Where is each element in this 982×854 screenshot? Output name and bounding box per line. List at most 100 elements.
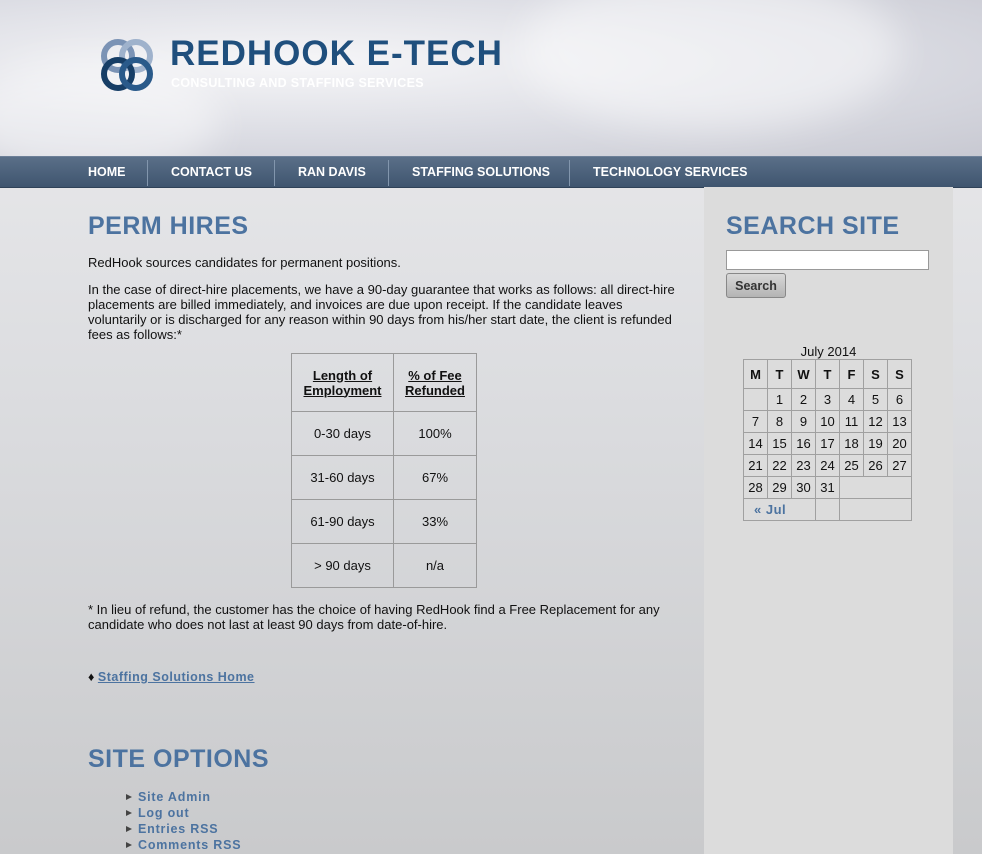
calendar-day: 2: [791, 388, 816, 411]
diamond-bullet-icon: ♦: [88, 670, 95, 684]
calendar-day: 14: [743, 432, 768, 455]
brand-tagline: CONSULTING AND STAFFING SERVICES: [171, 76, 424, 90]
calendar-nav-row: « Jul: [743, 498, 912, 521]
calendar-day: 15: [767, 432, 792, 455]
calendar-day: 5: [863, 388, 888, 411]
table-header-row: Length of Employment % of Fee Refunded: [291, 353, 477, 412]
log-out-link[interactable]: Log out: [138, 806, 189, 820]
nav-item-contact-us[interactable]: CONTACT US: [171, 157, 252, 187]
calendar-day: 30: [791, 476, 816, 499]
weekday-label: S: [863, 359, 888, 389]
calendar-day: 23: [791, 454, 816, 477]
calendar-day-empty: [743, 388, 768, 411]
calendar-day: 22: [767, 454, 792, 477]
list-item: Log out: [126, 805, 241, 821]
calendar-day: 26: [863, 454, 888, 477]
table-cell: n/a: [393, 543, 477, 588]
calendar-day: 16: [791, 432, 816, 455]
nav-item-staffing-solutions[interactable]: STAFFING SOLUTIONS: [412, 157, 550, 187]
search-site-title: SEARCH SITE: [726, 212, 900, 240]
nav-divider: [569, 160, 570, 186]
table-row: 61-90 days 33%: [291, 499, 477, 544]
calendar-day: 13: [887, 410, 912, 433]
calendar-day: 1: [767, 388, 792, 411]
search-button[interactable]: Search: [726, 273, 786, 298]
calendar-week-row: 14 15 16 17 18 19 20: [743, 432, 912, 455]
calendar-week-row: 21 22 23 24 25 26 27: [743, 454, 912, 477]
site-admin-link[interactable]: Site Admin: [138, 790, 211, 804]
site-header: REDHOOK E-TECH CONSULTING AND STAFFING S…: [0, 0, 982, 156]
calendar-week-row: 1 2 3 4 5 6: [743, 388, 912, 411]
weekday-label: T: [815, 359, 840, 389]
staffing-link-line: ♦ Staffing Solutions Home: [88, 670, 255, 684]
search-input[interactable]: [726, 250, 929, 270]
calendar-week-row: 28 29 30 31: [743, 476, 912, 499]
calendar-day: 18: [839, 432, 864, 455]
nav-item-ran-davis[interactable]: RAN DAVIS: [298, 157, 366, 187]
table-cell: 33%: [393, 499, 477, 544]
table-row: > 90 days n/a: [291, 543, 477, 588]
calendar-widget: M T W T F S S 1 2 3 4 5 6 7 8 9 10 11 12…: [743, 359, 912, 521]
list-item: Comments RSS: [126, 837, 241, 853]
calendar-day: 24: [815, 454, 840, 477]
weekday-label: T: [767, 359, 792, 389]
brand-name[interactable]: REDHOOK E-TECH: [170, 34, 503, 74]
arrow-bullet-icon: [126, 842, 132, 848]
calendar-pad: [839, 476, 912, 499]
table-cell: 61-90 days: [291, 499, 394, 544]
main-navigation: HOME CONTACT US RAN DAVIS STAFFING SOLUT…: [0, 156, 982, 188]
logo-icon[interactable]: [98, 36, 156, 94]
arrow-bullet-icon: [126, 826, 132, 832]
arrow-bullet-icon: [126, 810, 132, 816]
weekday-label: S: [887, 359, 912, 389]
calendar-day: 28: [743, 476, 768, 499]
table-row: 31-60 days 67%: [291, 455, 477, 500]
refund-table: Length of Employment % of Fee Refunded 0…: [291, 353, 477, 588]
weekday-label: W: [791, 359, 816, 389]
nav-item-home[interactable]: HOME: [88, 157, 126, 187]
entries-rss-link[interactable]: Entries RSS: [138, 822, 218, 836]
calendar-day: 17: [815, 432, 840, 455]
page-title: PERM HIRES: [88, 212, 249, 240]
nav-divider: [388, 160, 389, 186]
calendar-day: 4: [839, 388, 864, 411]
arrow-bullet-icon: [126, 794, 132, 800]
column-header-refund: % of Fee Refunded: [393, 353, 477, 412]
table-cell: 0-30 days: [291, 411, 394, 456]
intro-text: RedHook sources candidates for permanent…: [88, 255, 401, 270]
calendar-next-cell: [839, 498, 912, 521]
calendar-day: 3: [815, 388, 840, 411]
calendar-day: 11: [839, 410, 864, 433]
nav-item-technology-services[interactable]: TECHNOLOGY SERVICES: [593, 157, 747, 187]
calendar-day: 7: [743, 410, 768, 433]
list-item: Site Admin: [126, 789, 241, 805]
table-cell: 100%: [393, 411, 477, 456]
weekday-label: F: [839, 359, 864, 389]
calendar-prev-month-link[interactable]: « Jul: [754, 502, 786, 517]
calendar-day: 25: [839, 454, 864, 477]
calendar-week-row: 7 8 9 10 11 12 13: [743, 410, 912, 433]
calendar-day: 20: [887, 432, 912, 455]
footnote-text: * In lieu of refund, the customer has th…: [88, 602, 660, 632]
comments-rss-link[interactable]: Comments RSS: [138, 838, 241, 852]
weekday-label: M: [743, 359, 768, 389]
table-cell: 67%: [393, 455, 477, 500]
calendar-day: 27: [887, 454, 912, 477]
calendar-weekday-row: M T W T F S S: [743, 359, 912, 389]
calendar-day: 12: [863, 410, 888, 433]
calendar-day: 8: [767, 410, 792, 433]
staffing-solutions-home-link[interactable]: Staffing Solutions Home: [98, 670, 255, 684]
site-options-title: SITE OPTIONS: [88, 745, 270, 773]
site-options-list: Site Admin Log out Entries RSS Comments …: [126, 789, 241, 853]
nav-divider: [274, 160, 275, 186]
column-header-length: Length of Employment: [291, 353, 394, 412]
calendar-day: 6: [887, 388, 912, 411]
calendar-day: 29: [767, 476, 792, 499]
calendar-day: 21: [743, 454, 768, 477]
list-item: Entries RSS: [126, 821, 241, 837]
calendar-caption: July 2014: [800, 344, 857, 359]
table-cell: > 90 days: [291, 543, 394, 588]
calendar-day: 31: [815, 476, 840, 499]
table-row: 0-30 days 100%: [291, 411, 477, 456]
nav-divider: [147, 160, 148, 186]
